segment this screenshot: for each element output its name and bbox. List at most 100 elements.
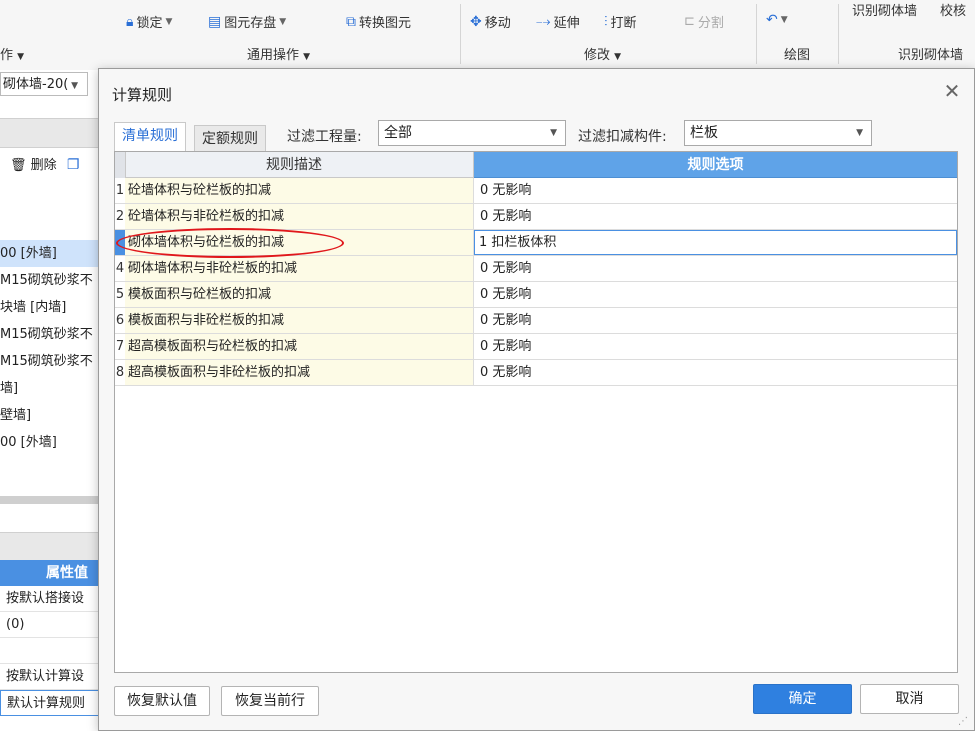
move-icon: ✥ bbox=[470, 13, 482, 30]
arc-icon: ↶ bbox=[766, 12, 778, 28]
tab-quota-rules[interactable]: 定额规则 bbox=[194, 125, 266, 151]
ribbon-divider bbox=[460, 4, 461, 64]
left-scrollbar[interactable] bbox=[0, 496, 100, 504]
filter-quantity-label: 过滤工程量: bbox=[287, 129, 362, 145]
draw-group: 绘图 bbox=[784, 48, 811, 63]
filter-deduct-select[interactable]: 栏板 ▼ bbox=[684, 120, 872, 146]
tab-bill-rules[interactable]: 清单规则 bbox=[114, 122, 186, 151]
rule-option-cell[interactable]: 0 无影响 bbox=[474, 308, 957, 333]
store-icon: ▤ bbox=[208, 13, 222, 30]
list-item[interactable]: M15砌筑砂浆不 bbox=[0, 348, 100, 375]
chevron-down-icon: ▼ bbox=[550, 128, 557, 138]
arc-draw-button[interactable]: ↶ ▼ bbox=[766, 12, 788, 28]
prop-value-cell[interactable] bbox=[0, 638, 100, 664]
resize-grip-icon[interactable]: ⋰ bbox=[958, 716, 970, 728]
lock-button[interactable]: 🔒︎ 锁定 ▼ bbox=[126, 12, 173, 32]
lock-icon: 🔒︎ bbox=[126, 13, 134, 30]
ribbon: 🔒︎ 锁定 ▼ ▤ 图元存盘 ▼ ⧉ 转换图元 作 ▼ 通用操作 ▼ ✥ 移动 … bbox=[0, 0, 975, 71]
prop-value-cell[interactable]: 按默认计算设 bbox=[0, 664, 100, 690]
component-combo[interactable]: 砌体墙-20( ▼ bbox=[0, 72, 88, 96]
copy-icon: ❐ bbox=[66, 157, 80, 173]
rule-option-cell[interactable]: 0 无影响 bbox=[474, 178, 957, 203]
rule-description-cell[interactable]: 超高模板面积与非砼栏板的扣减 bbox=[125, 360, 474, 385]
rule-option-cell[interactable]: 0 无影响 bbox=[474, 256, 957, 281]
list-item[interactable]: 壁墙] bbox=[0, 402, 100, 429]
ribbon-divider bbox=[838, 4, 839, 64]
row-number[interactable]: 3 bbox=[115, 230, 125, 255]
table-row[interactable]: 4 砌体墙体积与非砼栏板的扣减 0 无影响 bbox=[115, 256, 957, 282]
row-number[interactable]: 7 bbox=[115, 334, 125, 359]
convert-element-button[interactable]: ⧉ 转换图元 bbox=[346, 12, 411, 32]
table-row[interactable]: 3 砌体墙体积与砼栏板的扣减 1 扣栏板体积 bbox=[115, 230, 957, 256]
column-header-option[interactable]: 规则选项 bbox=[474, 152, 957, 178]
split-icon: ⊏ bbox=[684, 14, 695, 29]
break-button[interactable]: ⫶ 打断 bbox=[604, 12, 637, 32]
extend-button[interactable]: ⤍ 延伸 bbox=[536, 12, 580, 32]
modify-group[interactable]: 修改 ▼ bbox=[584, 44, 621, 63]
rule-description-cell[interactable]: 模板面积与非砼栏板的扣减 bbox=[125, 308, 474, 333]
chevron-down-icon: ▼ bbox=[780, 15, 788, 25]
chevron-down-icon: ▼ bbox=[279, 16, 287, 27]
rule-description-cell[interactable]: 模板面积与砼栏板的扣减 bbox=[125, 282, 474, 307]
list-item[interactable]: M15砌筑砂浆不 bbox=[0, 321, 100, 348]
ribbon-divider bbox=[756, 4, 757, 64]
filter-deduct-label: 过滤扣减构件: bbox=[578, 129, 667, 145]
row-number[interactable]: 4 bbox=[115, 256, 125, 281]
rule-description-cell[interactable]: 砼墙体积与砼栏板的扣减 bbox=[125, 178, 474, 203]
table-row[interactable]: 2 砼墙体积与非砼栏板的扣减 0 无影响 bbox=[115, 204, 957, 230]
convert-icon: ⧉ bbox=[346, 13, 356, 30]
break-icon: ⫶ bbox=[604, 13, 608, 30]
move-button[interactable]: ✥ 移动 bbox=[470, 12, 511, 32]
table-row[interactable]: 6 模板面积与非砼栏板的扣减 0 无影响 bbox=[115, 308, 957, 334]
rule-option-cell[interactable]: 0 无影响 bbox=[474, 334, 957, 359]
rule-option-cell[interactable]: 0 无影响 bbox=[474, 204, 957, 229]
column-header-desc[interactable]: 规则描述 bbox=[115, 152, 474, 178]
rule-description-cell[interactable]: 砼墙体积与非砼栏板的扣减 bbox=[125, 204, 474, 229]
list-item[interactable]: 块墙 [内墙] bbox=[0, 294, 100, 321]
table-row[interactable]: 5 模板面积与砼栏板的扣减 0 无影响 bbox=[115, 282, 957, 308]
rules-grid: 规则描述 规则选项 1 砼墙体积与砼栏板的扣减 0 无影响 2 砼墙体积与非砼栏板的扣减… bbox=[114, 151, 958, 673]
ok-button[interactable]: 确定 bbox=[753, 684, 852, 714]
extend-icon: ⤍ bbox=[536, 13, 551, 30]
chevron-down-icon: ▼ bbox=[165, 16, 173, 27]
list-item[interactable]: 00 [外墙] bbox=[0, 240, 100, 267]
cancel-button[interactable]: 取消 bbox=[860, 684, 959, 714]
close-icon[interactable]: ✕ bbox=[942, 80, 962, 102]
list-item[interactable]: 00 [外墙] bbox=[0, 429, 100, 456]
rule-option-cell[interactable]: 0 无影响 bbox=[474, 282, 957, 307]
prop-value-cell[interactable]: (0) bbox=[0, 612, 100, 638]
split-button[interactable]: ⊏ 分割 bbox=[684, 12, 724, 31]
chevron-down-icon: ▼ bbox=[856, 128, 863, 138]
table-row[interactable]: 1 砼墙体积与砼栏板的扣减 0 无影响 bbox=[115, 178, 957, 204]
rule-option-cell[interactable]: 0 无影响 bbox=[474, 360, 957, 385]
general-ops-group[interactable]: 通用操作 ▼ bbox=[247, 44, 310, 63]
rule-description-cell[interactable]: 砌体墙体积与非砼栏板的扣减 bbox=[125, 256, 474, 281]
filter-quantity-select[interactable]: 全部 ▼ bbox=[378, 120, 566, 146]
row-number[interactable]: 6 bbox=[115, 308, 125, 333]
row-number[interactable]: 5 bbox=[115, 282, 125, 307]
component-list: 00 [外墙] M15砌筑砂浆不 块墙 [内墙] M15砌筑砂浆不 M15砌筑砂浆不 墙]… bbox=[0, 240, 100, 456]
restore-default-button[interactable]: 恢复默认值 bbox=[114, 686, 210, 716]
list-item[interactable]: M15砌筑砂浆不 bbox=[0, 267, 100, 294]
trash-icon: 🗑︎ bbox=[10, 158, 27, 173]
identify-group: 识别砌体墙 bbox=[898, 48, 964, 63]
store-element-button[interactable]: ▤ 图元存盘 ▼ bbox=[208, 12, 287, 32]
row-number[interactable]: 1 bbox=[115, 178, 125, 203]
delete-button[interactable]: 🗑︎ 删除 ❐ bbox=[10, 154, 79, 173]
restore-row-button[interactable]: 恢复当前行 bbox=[221, 686, 319, 716]
rule-option-cell[interactable]: 1 扣栏板体积 bbox=[474, 230, 957, 255]
left-tabstrip bbox=[0, 118, 100, 148]
row-number[interactable]: 8 bbox=[115, 360, 125, 385]
prop-value-cell[interactable]: 默认计算规则 bbox=[0, 690, 100, 716]
identify-wall-button[interactable]: 识别砌体墙 bbox=[852, 0, 917, 19]
ops-group-label-truncated: 作 ▼ bbox=[0, 48, 25, 63]
check-button[interactable]: 校核 bbox=[940, 0, 966, 19]
rule-description-cell[interactable]: 超高模板面积与砼栏板的扣减 bbox=[125, 334, 474, 359]
prop-value-cell[interactable]: 按默认搭接设 bbox=[0, 586, 100, 612]
list-item[interactable]: 墙] bbox=[0, 375, 100, 402]
table-row[interactable]: 8 超高模板面积与非砼栏板的扣减 0 无影响 bbox=[115, 360, 957, 386]
table-row[interactable]: 7 超高模板面积与砼栏板的扣减 0 无影响 bbox=[115, 334, 957, 360]
props-tabstrip bbox=[0, 532, 100, 561]
row-number[interactable]: 2 bbox=[115, 204, 125, 229]
rule-description-cell[interactable]: 砌体墙体积与砼栏板的扣减 bbox=[125, 230, 474, 255]
